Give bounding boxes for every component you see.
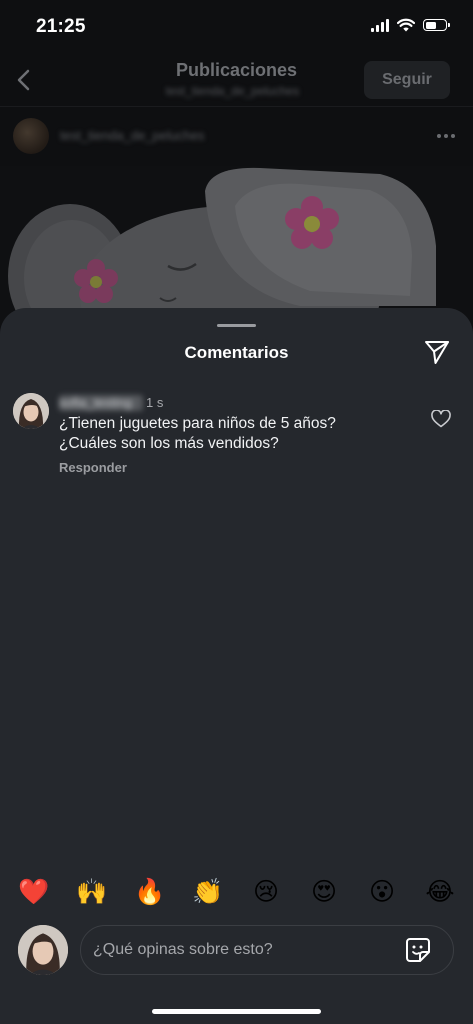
commenter-username[interactable]: sofia_testing (59, 395, 143, 411)
sheet-title: Comentarios (184, 343, 289, 362)
commenter-avatar[interactable] (13, 393, 49, 429)
reaction-clapping[interactable]: 👏 (188, 876, 228, 908)
signal-icon (371, 18, 389, 32)
plush-toy-image (0, 166, 473, 326)
reaction-fire[interactable]: 🔥 (130, 876, 170, 908)
reply-button[interactable]: Responder (59, 460, 127, 475)
comment-composer: ¿Qué opinas sobre esto? (0, 924, 473, 980)
status-icons (371, 18, 450, 32)
home-indicator[interactable] (152, 1009, 321, 1014)
reaction-heart-eyes[interactable]: 😍 (304, 876, 344, 908)
heart-like-icon[interactable] (431, 410, 451, 428)
screen: 21:25 Publicaciones test_tienda_de_peluc… (0, 0, 473, 1024)
sticker-icon[interactable] (405, 937, 431, 963)
post-author-row: test_tienda_de_peluches (0, 112, 473, 160)
battery-icon (423, 19, 450, 31)
status-time: 21:25 (36, 16, 86, 37)
comment-input-placeholder: ¿Qué opinas sobre esto? (93, 941, 273, 958)
status-bar: 21:25 (0, 0, 473, 56)
author-username[interactable]: test_tienda_de_peluches (60, 128, 260, 144)
sheet-drag-handle[interactable] (217, 324, 256, 327)
reaction-raised-hands[interactable]: 🙌 (72, 876, 112, 908)
more-options-icon[interactable] (437, 134, 455, 138)
post-image (0, 166, 473, 326)
comment-timestamp: 1 s (146, 395, 164, 410)
comment-input[interactable]: ¿Qué opinas sobre esto? (80, 925, 454, 975)
reaction-surprised[interactable]: 😮 (362, 876, 402, 908)
current-user-avatar[interactable] (18, 925, 68, 975)
quick-reactions-bar: ❤️ 🙌 🔥 👏 😢 😍 😮 😂 (14, 876, 460, 908)
header-divider (0, 106, 473, 107)
page-subtitle: test_tienda_de_peluches (165, 84, 300, 98)
wifi-icon (397, 18, 415, 32)
comment-item: sofia_testing 1 s ¿Tienen juguetes para … (0, 393, 473, 483)
comment-text: ¿Tienen juguetes para niños de 5 años? ¿… (59, 415, 336, 452)
comments-sheet: Comentarios sofia_testing 1 s ¿Tienen ju… (0, 308, 473, 1024)
reaction-heart[interactable]: ❤️ (14, 876, 54, 908)
reaction-laughing[interactable]: 😂 (420, 876, 460, 908)
follow-button[interactable]: Seguir (364, 61, 450, 99)
author-avatar[interactable] (13, 118, 49, 154)
post-header: Publicaciones test_tienda_de_peluches Se… (0, 56, 473, 106)
send-share-icon[interactable] (423, 338, 451, 366)
reaction-crying[interactable]: 😢 (246, 876, 286, 908)
